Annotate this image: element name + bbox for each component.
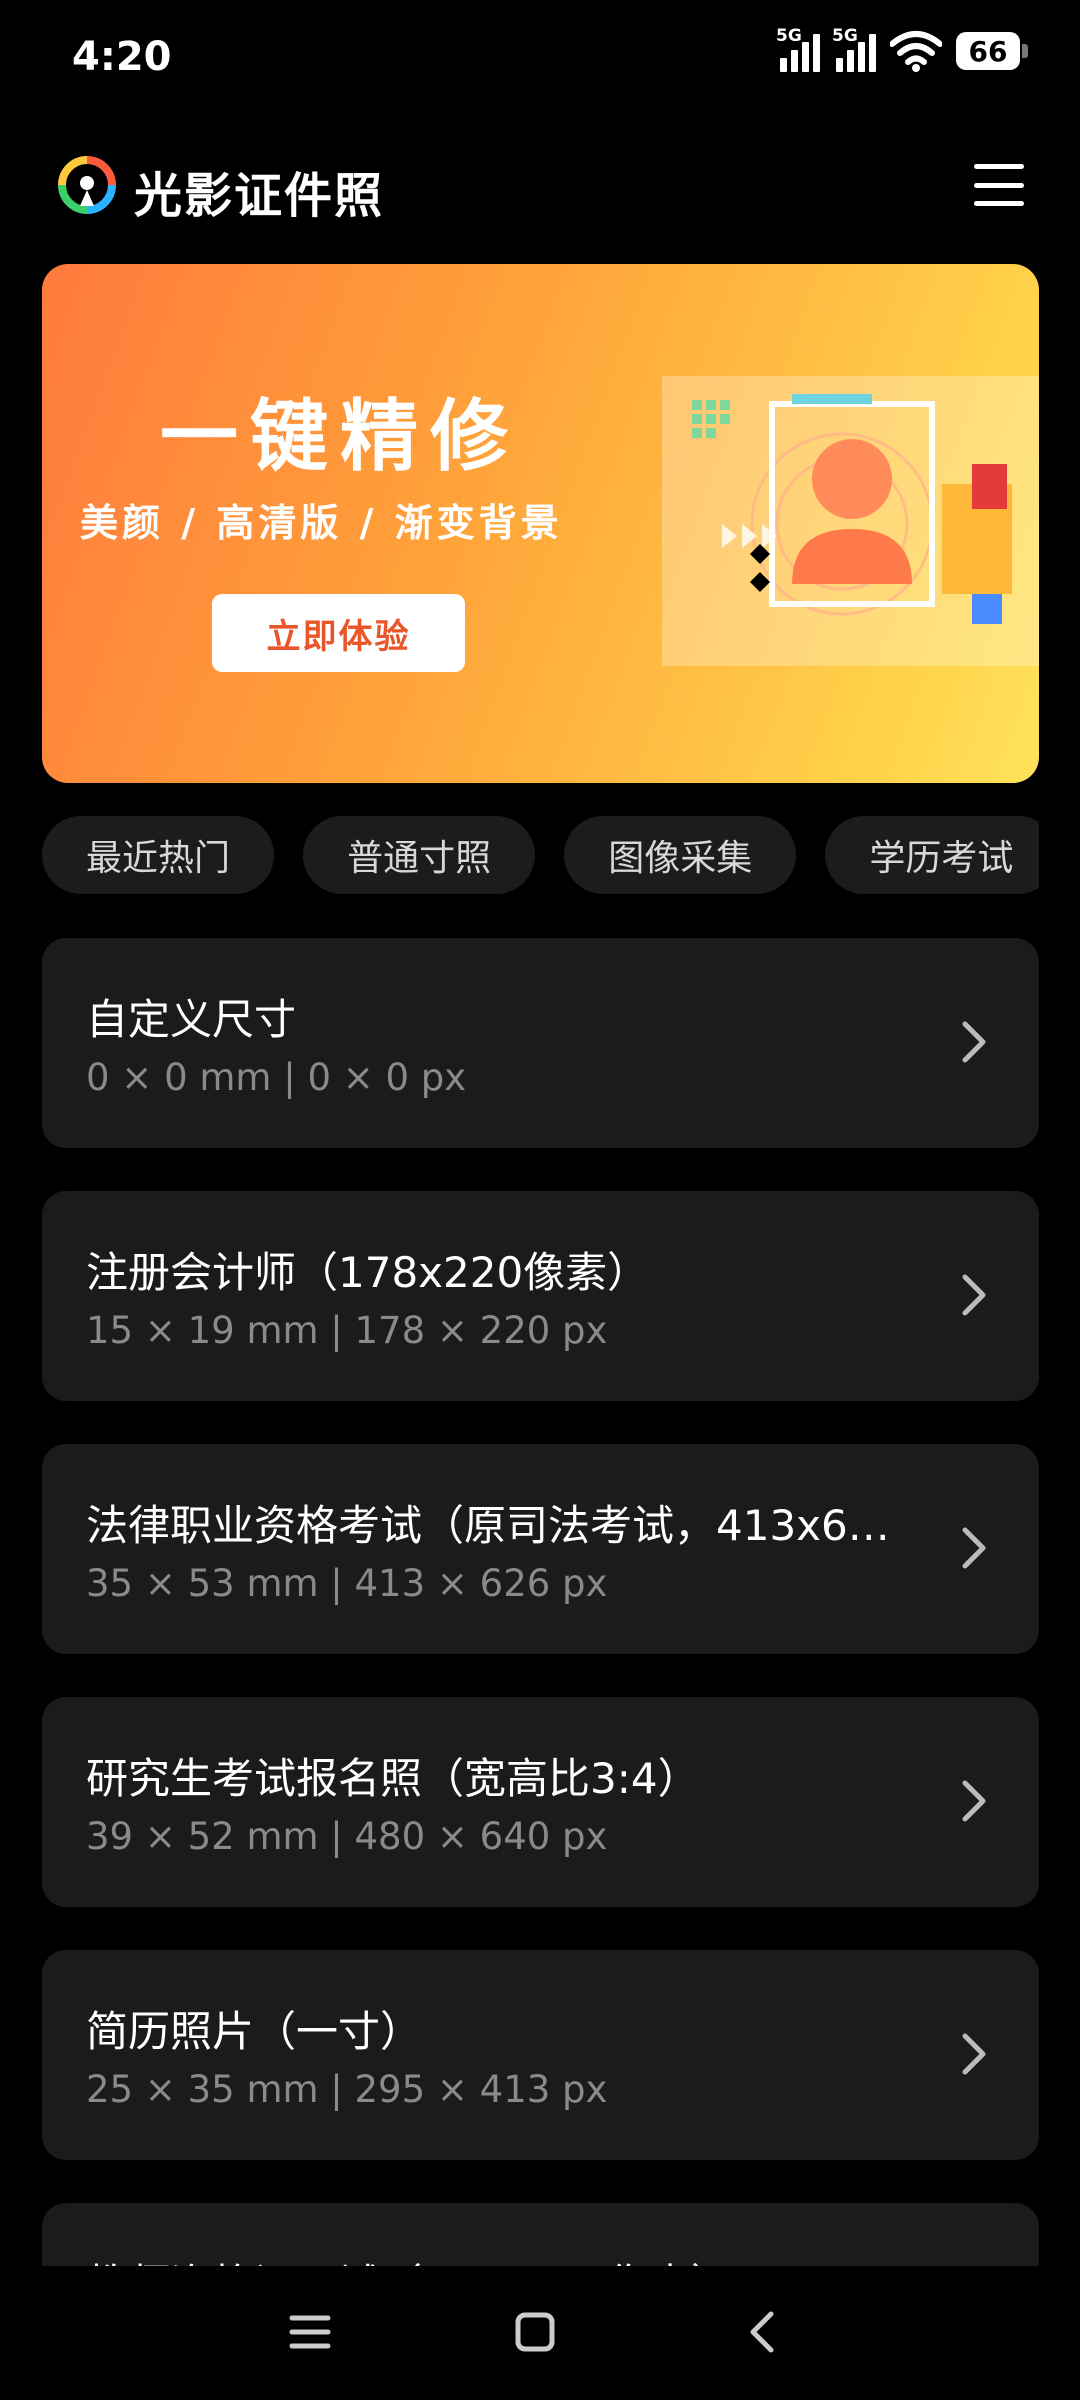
- portrait-illustration-icon: [662, 376, 1039, 666]
- list-item[interactable]: 注册会计师（178x220像素） 15 × 19 mm | 178 × 220 …: [42, 1191, 1039, 1401]
- item-title: 法律职业资格考试（原司法考试，413x6…: [86, 1501, 890, 1550]
- back-icon[interactable]: [733, 2302, 793, 2362]
- item-title: 教师资格证面试（180x180像素）: [86, 2251, 906, 2266]
- tab-standard-size[interactable]: 普通寸照: [303, 816, 536, 894]
- chevron-right-icon: [962, 1021, 986, 1063]
- app-header: 光影证件照: [0, 130, 1080, 240]
- list-item[interactable]: 简历照片（一寸） 25 × 35 mm | 295 × 413 px: [42, 1950, 1039, 2160]
- app-logo-icon: [58, 156, 116, 214]
- list-item[interactable]: 法律职业资格考试（原司法考试，413x6… 35 × 53 mm | 413 ×…: [42, 1444, 1039, 1654]
- system-nav-bar: [0, 2266, 1080, 2400]
- item-size: 15 × 19 mm | 178 × 220 px: [86, 1309, 608, 1352]
- status-bar: 4:20 5G 5G 66: [0, 0, 1080, 115]
- status-time: 4:20: [72, 34, 172, 80]
- tab-recent-hot[interactable]: 最近热门: [42, 816, 275, 894]
- battery-level: 66: [968, 34, 1008, 68]
- item-title: 简历照片（一寸）: [86, 2007, 423, 2056]
- chevron-right-icon: [962, 1527, 986, 1569]
- photo-size-list: 自定义尺寸 0 × 0 mm | 0 × 0 px 注册会计师（178x220像…: [42, 938, 1039, 2266]
- banner-title: 一键精修: [160, 392, 521, 482]
- chevron-right-icon: [962, 1780, 986, 1822]
- item-title: 自定义尺寸: [86, 995, 297, 1044]
- list-item[interactable]: 教师资格证面试（180x180像素）: [42, 2203, 1039, 2266]
- list-item[interactable]: 研究生考试报名照（宽高比3:4） 39 × 52 mm | 480 × 640 …: [42, 1697, 1039, 1907]
- chevron-right-icon: [962, 1274, 986, 1316]
- item-title: 研究生考试报名照（宽高比3:4）: [86, 1754, 700, 1803]
- status-icons: 5G 5G 66: [776, 26, 1028, 72]
- menu-icon[interactable]: [280, 2302, 340, 2362]
- app-title: 光影证件照: [134, 168, 385, 224]
- item-size: 39 × 52 mm | 480 × 640 px: [86, 1815, 608, 1858]
- wifi-icon: [890, 31, 942, 72]
- item-size: 0 × 0 mm | 0 × 0 px: [86, 1056, 467, 1099]
- signal-icon: 5G: [776, 26, 820, 72]
- hamburger-menu-icon[interactable]: [974, 160, 1024, 210]
- home-icon[interactable]: [505, 2302, 565, 2362]
- item-size: 35 × 53 mm | 413 × 626 px: [86, 1562, 608, 1605]
- list-item[interactable]: 自定义尺寸 0 × 0 mm | 0 × 0 px: [42, 938, 1039, 1148]
- category-tabs: 最近热门 普通寸照 图像采集 学历考试: [42, 816, 1039, 898]
- item-size: 25 × 35 mm | 295 × 413 px: [86, 2068, 608, 2111]
- promo-banner[interactable]: 一键精修 美颜 / 高清版 / 渐变背景 立即体验: [42, 264, 1039, 783]
- tab-academic-exam[interactable]: 学历考试: [825, 816, 1039, 894]
- battery-icon: 66: [956, 32, 1028, 70]
- tab-image-capture[interactable]: 图像采集: [564, 816, 797, 894]
- banner-subtitle: 美颜 / 高清版 / 渐变背景: [80, 501, 563, 545]
- network-type-label: 5G: [776, 26, 802, 46]
- try-now-button[interactable]: 立即体验: [212, 594, 465, 672]
- item-title: 注册会计师（178x220像素）: [86, 1248, 650, 1297]
- signal-icon: 5G: [832, 26, 876, 72]
- chevron-right-icon: [962, 2033, 986, 2075]
- network-type-label: 5G: [832, 26, 858, 46]
